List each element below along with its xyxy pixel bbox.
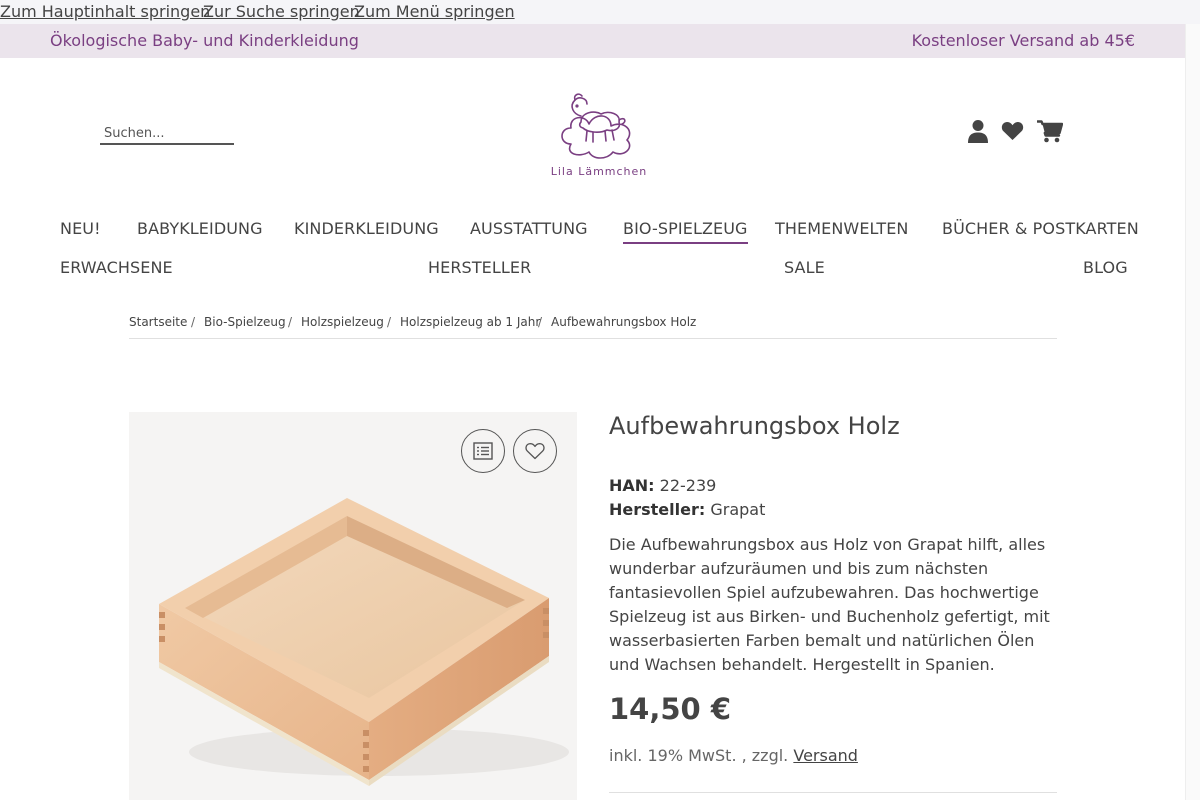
skip-to-menu-link[interactable]: Zum Menü springen <box>354 2 515 21</box>
breadcrumb: Startseite / Bio-Spielzeug / Holzspielze… <box>129 314 1057 339</box>
nav-item-kinderkleidung[interactable]: KINDERKLEIDUNG <box>294 219 439 238</box>
product-han: HAN: 22-239 <box>609 476 716 495</box>
breadcrumb-item-holzspielzeug[interactable]: Holzspielzeug <box>301 315 384 329</box>
heart-icon <box>1001 122 1023 141</box>
nav-item-ausstattung[interactable]: AUSSTATTUNG <box>470 219 588 238</box>
skip-links-bar: Zum Hauptinhalt springen Zur Suche sprin… <box>0 0 1200 24</box>
logo[interactable]: Lila Lämmchen <box>545 86 653 182</box>
manufacturer-value: Grapat <box>710 500 766 519</box>
breadcrumb-separator: / <box>387 315 392 329</box>
nav-item-erwachsene[interactable]: ERWACHSENE <box>60 258 173 277</box>
search-field[interactable] <box>100 122 234 145</box>
breadcrumb-separator: / <box>191 315 196 329</box>
breadcrumb-separator: / <box>538 315 543 329</box>
breadcrumb-item-holzspielzeug-ab-1-jahr[interactable]: Holzspielzeug ab 1 Jahr <box>400 315 540 329</box>
breadcrumb-item-current: Aufbewahrungsbox Holz <box>551 315 697 329</box>
nav-item-hersteller[interactable]: HERSTELLER <box>428 258 531 277</box>
shipping-link[interactable]: Versand <box>793 746 858 765</box>
nav-item-blog[interactable]: BLOG <box>1083 258 1128 277</box>
nav-item-new[interactable]: NEU! <box>60 219 101 238</box>
logo-text: Lila Lämmchen <box>550 165 648 178</box>
product-image-wooden-box <box>159 498 569 786</box>
product-description: Die Aufbewahrungsbox aus Holz von Grapat… <box>609 535 1050 674</box>
top-info-bar: Ökologische Baby- und Kinderkleidung Kos… <box>0 24 1185 58</box>
user-icon <box>968 120 988 143</box>
compare-button[interactable] <box>461 429 505 473</box>
han-value: 22-239 <box>659 476 717 495</box>
add-to-wishlist-button[interactable] <box>513 429 557 473</box>
nav-item-babykleidung[interactable]: BABYKLEIDUNG <box>137 219 263 238</box>
product-image-gallery[interactable] <box>129 412 577 800</box>
product-manufacturer: Hersteller: Grapat <box>609 500 765 519</box>
account-button[interactable] <box>966 117 990 145</box>
page-scrollbar[interactable] <box>1185 24 1200 800</box>
manufacturer-label: Hersteller: <box>609 500 706 519</box>
search-input[interactable] <box>100 125 230 141</box>
cart-icon <box>1037 119 1063 142</box>
breadcrumb-item-home[interactable]: Startseite <box>129 315 187 329</box>
skip-to-content-link[interactable]: Zum Hauptinhalt springen <box>0 2 210 21</box>
heart-outline-icon <box>525 443 545 460</box>
wishlist-button[interactable] <box>1000 117 1024 145</box>
nav-item-sale[interactable]: SALE <box>784 258 825 277</box>
cart-button[interactable] <box>1036 117 1064 145</box>
breadcrumb-separator: / <box>288 315 293 329</box>
tax-text: inkl. 19% MwSt. , zzgl. <box>609 746 789 765</box>
tax-shipping-info: inkl. 19% MwSt. , zzgl. Versand <box>609 746 858 765</box>
section-divider <box>609 792 1057 793</box>
topbar-shipping-info: Kostenloser Versand ab 45€ <box>911 31 1135 50</box>
han-label: HAN: <box>609 476 655 495</box>
lamb-cloud-logo-icon <box>561 93 631 159</box>
product-price: 14,50 € <box>609 692 732 726</box>
list-icon <box>473 442 493 460</box>
nav-item-themenwelten[interactable]: THEMENWELTEN <box>775 219 909 238</box>
skip-to-search-link[interactable]: Zur Suche springen <box>203 2 360 21</box>
product-title: Aufbewahrungsbox Holz <box>609 412 900 440</box>
nav-item-bio-spielzeug[interactable]: BIO-SPIELZEUG <box>623 219 748 244</box>
topbar-tagline: Ökologische Baby- und Kinderkleidung <box>50 31 359 50</box>
nav-item-buecher-postkarten[interactable]: BÜCHER & POSTKARTEN <box>942 219 1139 238</box>
breadcrumb-item-bio-spielzeug[interactable]: Bio-Spielzeug <box>204 315 286 329</box>
